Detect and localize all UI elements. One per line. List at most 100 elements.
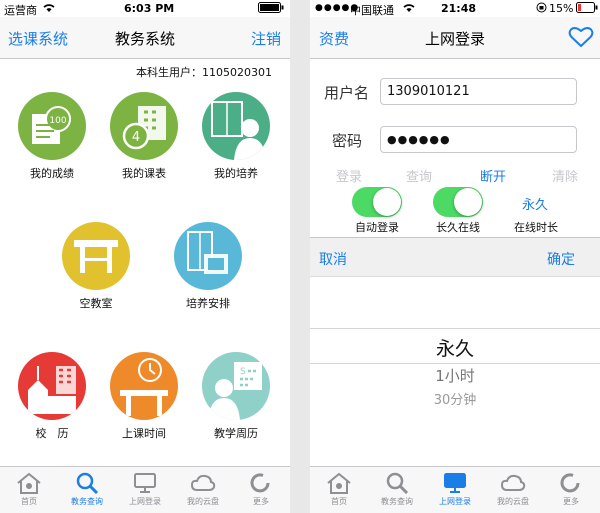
tab-label: 更多 (253, 497, 269, 506)
tile-my-scores[interactable]: 100 我的成绩 (18, 92, 86, 181)
home-icon (327, 472, 351, 494)
tab-internet-login[interactable]: 上网登录 (116, 467, 174, 513)
timetable-icon: 4 (110, 92, 178, 160)
tab-label: 上网登录 (129, 497, 161, 506)
stay-online-label: 长久在线 (436, 221, 480, 234)
tab-bar: 首页 教务查询 上网登录 我的云盘 更多 (0, 466, 290, 513)
tab-label: 首页 (331, 497, 347, 506)
picker-divider (310, 328, 600, 329)
tab-label: 上网登录 (439, 497, 471, 506)
tab-bar: 首页 教务查询 上网登录 我的云盘 更多 (310, 466, 600, 513)
status-time: 6:03 PM (124, 2, 175, 15)
duration-value[interactable]: 永久 (522, 194, 548, 213)
more-icon (250, 473, 270, 493)
orientation-lock-icon (536, 2, 547, 16)
username-field[interactable]: 1309010121 (380, 78, 577, 105)
wifi-icon (402, 2, 416, 16)
tile-empty-classroom[interactable]: 空教室 (62, 222, 130, 311)
tab-label: 更多 (563, 497, 579, 506)
tile-school-calendar[interactable]: 校 历 (18, 352, 86, 441)
teaching-week-icon: S (202, 352, 270, 420)
tab-more[interactable]: 更多 (542, 467, 600, 513)
home-icon (17, 472, 41, 494)
user-id-label: 本科生用户：1105020301 (136, 66, 272, 79)
stay-online-toggle[interactable] (433, 187, 483, 217)
cloud-icon (190, 474, 216, 491)
tile-my-timetable[interactable]: 4 我的课表 (110, 92, 178, 181)
tile-label: 教学周历 (214, 427, 258, 440)
password-label: 密码 (332, 132, 363, 150)
battery-icon (258, 2, 284, 16)
tab-label: 教务查询 (71, 497, 103, 506)
tile-my-training[interactable]: 我的培养 (202, 92, 270, 181)
tab-label: 首页 (21, 497, 37, 506)
login-button[interactable]: 登录 (336, 166, 362, 185)
carrier-label: 中国联通 (350, 4, 394, 17)
username-label: 用户名 (324, 84, 370, 102)
more-icon (560, 473, 580, 493)
logout-button[interactable]: 注销 (251, 28, 281, 49)
tab-label: 教务查询 (381, 497, 413, 506)
tile-label: 我的成绩 (30, 167, 74, 180)
tab-academic-query[interactable]: 教务查询 (58, 467, 116, 513)
page-title: 教务系统 (114, 30, 175, 48)
tab-label: 我的云盘 (497, 497, 529, 506)
battery-percent: 15% (549, 2, 574, 15)
tab-more[interactable]: 更多 (232, 467, 290, 513)
score-icon: 100 (18, 92, 86, 160)
clear-button[interactable]: 清除 (552, 166, 578, 185)
auto-login-label: 自动登录 (355, 221, 399, 234)
tile-label: 我的课表 (122, 167, 166, 180)
heart-icon[interactable] (568, 26, 594, 52)
svg-text:4: 4 (132, 130, 140, 145)
tile-label: 上课时间 (122, 427, 166, 440)
tile-teaching-week[interactable]: S 教学周历 (202, 352, 270, 441)
tab-internet-login[interactable]: 上网登录 (426, 467, 484, 513)
carrier-label: 运营商 (4, 4, 37, 17)
tab-my-cloud[interactable]: 我的云盘 (484, 467, 542, 513)
status-bar: 运营商 6:03 PM (0, 0, 290, 17)
picker-option-selected[interactable]: 永久 (310, 334, 600, 361)
picker-option[interactable]: 1小时 (310, 365, 600, 386)
auto-login-toggle[interactable] (352, 187, 402, 217)
duration-label: 在线时长 (514, 221, 558, 234)
monitor-icon (134, 473, 156, 493)
page-title: 上网登录 (424, 30, 485, 48)
battery-icon (576, 2, 598, 16)
nav-bar: 资费 上网登录 (310, 17, 600, 59)
search-icon (76, 472, 99, 494)
picker-toolbar: 取消 确定 (310, 237, 600, 277)
confirm-button[interactable]: 确定 (547, 249, 575, 269)
tile-label: 校 历 (35, 427, 69, 440)
tab-home[interactable]: 首页 (0, 467, 58, 513)
query-button[interactable]: 查询 (406, 166, 432, 185)
disconnect-button[interactable]: 断开 (480, 166, 506, 185)
tile-label: 空教室 (79, 297, 113, 310)
tab-label: 我的云盘 (187, 497, 219, 506)
monitor-icon (444, 473, 466, 493)
status-bar: ●●●●● 中国联通 21:48 15% (310, 0, 600, 17)
tab-home[interactable]: 首页 (310, 467, 368, 513)
password-field[interactable]: ●●●●●● (380, 126, 577, 153)
duration-picker[interactable]: 永久 1小时 30分钟 (310, 277, 600, 467)
schedule-plan-icon (174, 222, 242, 290)
empty-classroom-icon (62, 222, 130, 290)
picker-option[interactable]: 30分钟 (310, 389, 600, 408)
status-time: 21:48 (441, 2, 477, 15)
calendar-icon (18, 352, 86, 420)
class-time-icon (110, 352, 178, 420)
tab-academic-query[interactable]: 教务查询 (368, 467, 426, 513)
search-icon (386, 472, 409, 494)
wifi-icon (42, 2, 56, 16)
tile-class-time[interactable]: 上课时间 (110, 352, 178, 441)
svg-text:S: S (240, 367, 246, 377)
cloud-icon (500, 474, 526, 491)
right-screen: ●●●●● 中国联通 21:48 15% 资费 上网登录 用户名 1309010… (310, 0, 600, 513)
tab-my-cloud[interactable]: 我的云盘 (174, 467, 232, 513)
tile-training-schedule[interactable]: 培养安排 (174, 222, 242, 311)
tile-label: 我的培养 (214, 167, 258, 180)
tile-label: 培养安排 (186, 297, 230, 310)
cancel-button[interactable]: 取消 (319, 249, 347, 269)
left-screen: 运营商 6:03 PM 选课系统 教务系统 注销 本科生用户：110502030… (0, 0, 290, 513)
picker-divider (310, 363, 600, 364)
